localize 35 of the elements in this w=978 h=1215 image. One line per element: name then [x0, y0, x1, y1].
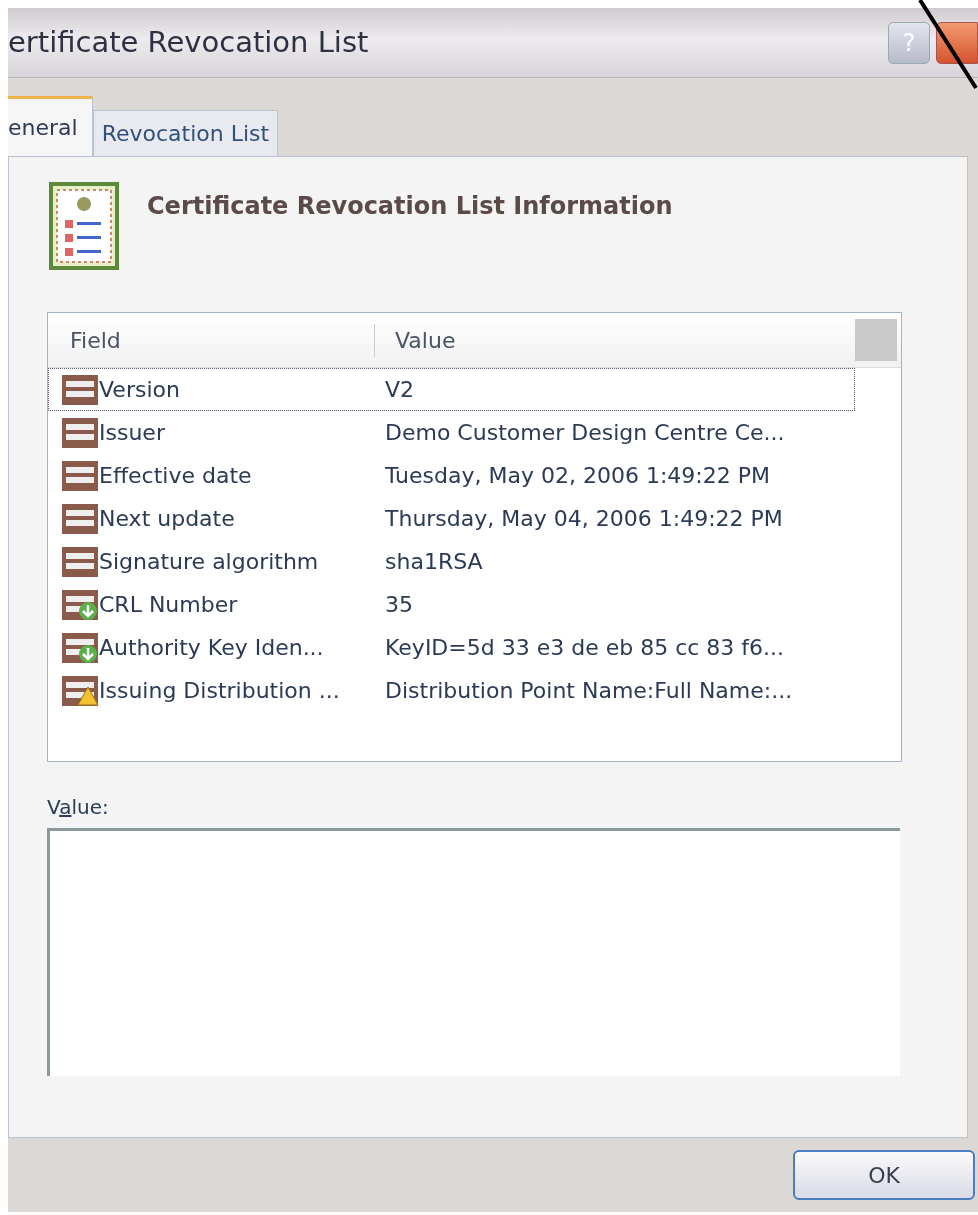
field-name: Issuing Distribution ... — [99, 677, 341, 705]
list-row[interactable]: Authority Key Iden... KeyID=5d 33 e3 de eb 85 cc 83 f6... — [48, 626, 855, 669]
field-value: Tuesday, May 02, 2006 1:49:22 PM — [384, 462, 770, 490]
field-value: V2 — [384, 376, 415, 404]
section-heading: Certificate Revocation List Information — [147, 191, 673, 222]
tab[interactable]: Revocation List — [92, 110, 279, 156]
list-row[interactable]: Signature algorithm sha1RSA — [48, 540, 855, 583]
column-header[interactable]: Value — [375, 323, 855, 357]
field-name: Issuer — [99, 419, 166, 447]
window-title: ertificate Revocation List — [8, 23, 370, 61]
field-value: Distribution Point Name:Full Name:... — [384, 677, 793, 705]
field-name: Version — [99, 376, 181, 404]
field-value: Demo Customer Design Centre Ce... — [384, 419, 785, 447]
field-value: KeyID=5d 33 e3 de eb 85 cc 83 f6... — [384, 634, 785, 662]
list-row[interactable]: Next update Thursday, May 04, 2006 1:49:22 PM — [48, 497, 855, 540]
ok-button[interactable]: OK — [793, 1150, 975, 1200]
list-row[interactable]: Issuer Demo Customer Design Centre Ce... — [48, 411, 855, 454]
field-name: Authority Key Iden... — [99, 634, 325, 662]
certificate-list-icon — [49, 182, 119, 270]
field-value: Thursday, May 04, 2006 1:49:22 PM — [384, 505, 783, 533]
field-name: Effective date — [99, 462, 253, 490]
list-row[interactable]: Version V2 — [48, 368, 855, 411]
list-row[interactable]: Issuing Distribution ... Distribution Point Name:Full Name:... — [48, 669, 855, 712]
value-label: Value: — [47, 794, 109, 821]
tab[interactable]: eneral — [8, 96, 93, 156]
close-button[interactable] — [936, 21, 978, 64]
column-header[interactable]: Field — [48, 323, 375, 357]
field-name: CRL Number — [99, 591, 239, 619]
list-row[interactable]: CRL Number 35 — [48, 583, 855, 626]
scrollbar-corner — [855, 319, 897, 361]
field-value: 35 — [384, 591, 413, 619]
field-name: Signature algorithm — [99, 548, 320, 576]
field-name: Next update — [99, 505, 236, 533]
list-row[interactable]: Effective date Tuesday, May 02, 2006 1:49:22 PM — [48, 454, 855, 497]
field-value: sha1RSA — [384, 548, 483, 576]
